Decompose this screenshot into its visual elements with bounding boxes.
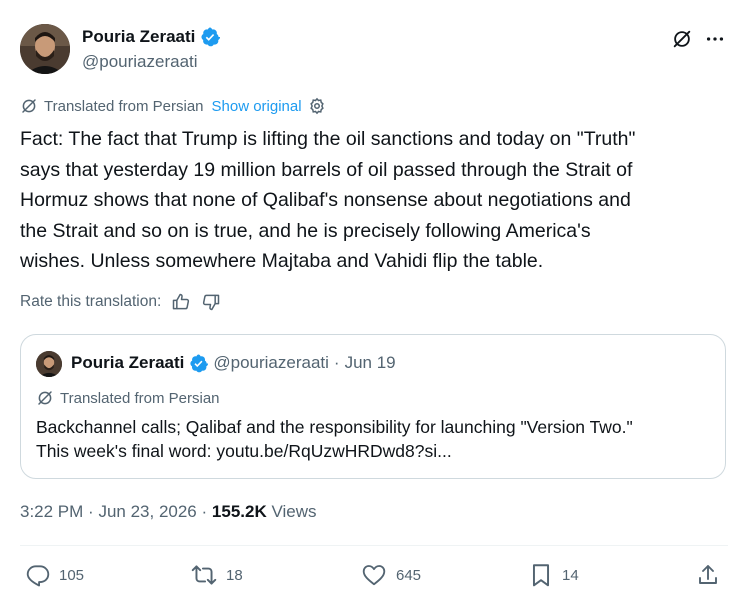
translated-label: Translated from Persian: [44, 97, 204, 115]
translation-settings-icon[interactable]: [308, 97, 326, 115]
repost-count: 18: [226, 566, 243, 584]
tweet-meta: 3:22 PM · Jun 23, 2026 · 155.2K Views: [20, 502, 317, 522]
author-avatar[interactable]: [20, 24, 70, 74]
action-bar: 105 18 645 14: [0, 562, 748, 592]
author-handle[interactable]: @pouriazeraati: [82, 52, 198, 72]
bookmark-icon: [528, 562, 554, 588]
like-count: 645: [396, 566, 422, 584]
repost-button[interactable]: 18: [190, 562, 243, 588]
author-name[interactable]: Pouria Zeraati: [82, 27, 195, 47]
thumbs-up-icon[interactable]: [171, 292, 191, 312]
translate-icon: [20, 97, 38, 115]
divider: [20, 545, 728, 546]
rate-translation: Rate this translation:: [20, 292, 221, 312]
reply-count: 105: [59, 566, 85, 584]
show-original-link[interactable]: Show original: [212, 98, 302, 115]
quote-translation-notice: Translated from Persian: [36, 389, 220, 407]
like-button[interactable]: 645: [360, 562, 421, 588]
rate-label: Rate this translation:: [20, 293, 162, 310]
quote-text: Backchannel calls; Qalibaf and the respo…: [36, 417, 633, 461]
quote-translate-icon: [36, 389, 54, 407]
bookmark-count: 14: [562, 566, 579, 584]
quote-author-name[interactable]: Pouria Zeraati: [71, 353, 184, 373]
quoted-tweet[interactable]: Pouria Zeraati @pouriazeraati · Jun 19 T…: [20, 334, 726, 479]
share-icon: [696, 562, 720, 588]
tweet-text: Fact: The fact that Trump is lifting the…: [20, 128, 636, 272]
meta-dot: ·: [88, 502, 94, 521]
quote-author-avatar[interactable]: [36, 351, 62, 377]
reply-button[interactable]: 105: [25, 562, 84, 588]
quote-header: Pouria Zeraati @pouriazeraati · Jun 19: [71, 353, 396, 373]
quote-date[interactable]: Jun 19: [345, 353, 396, 373]
more-options-icon[interactable]: [704, 28, 726, 50]
grok-icon[interactable]: [671, 28, 693, 50]
share-button[interactable]: [696, 562, 720, 588]
heart-icon: [360, 562, 388, 588]
translation-notice: Translated from Persian Show original: [20, 97, 326, 115]
tweet-date[interactable]: Jun 23, 2026: [98, 502, 196, 521]
quote-translated-label: Translated from Persian: [60, 389, 220, 407]
views-count: 155.2K: [211, 502, 267, 521]
meta-dot: ·: [201, 502, 208, 521]
quote-separator: ·: [333, 353, 340, 372]
views-label: Views: [271, 502, 317, 521]
verified-badge-icon: [200, 27, 221, 47]
author-name-row[interactable]: Pouria Zeraati: [82, 27, 221, 47]
quote-verified-badge-icon: [189, 354, 209, 373]
quote-author-handle: @pouriazeraati: [213, 353, 329, 372]
thumbs-down-icon[interactable]: [201, 292, 221, 312]
bookmark-button[interactable]: 14: [528, 562, 579, 588]
reply-icon: [25, 562, 51, 588]
tweet-time[interactable]: 3:22 PM: [20, 502, 83, 521]
repost-icon: [190, 562, 218, 588]
